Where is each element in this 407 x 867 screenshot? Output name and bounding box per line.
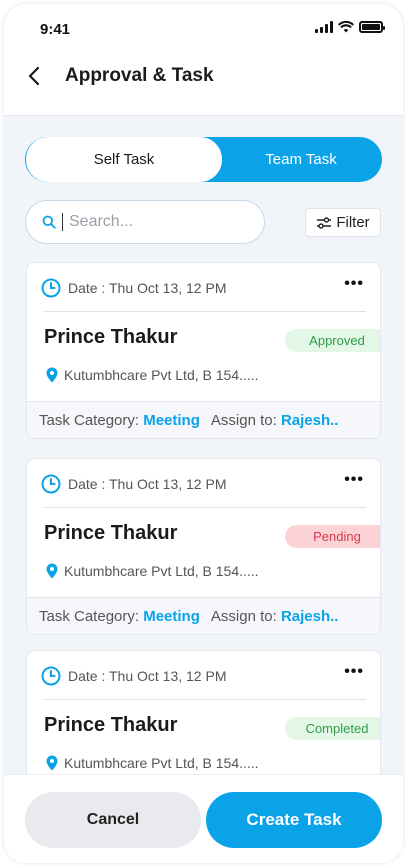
create-task-button[interactable]: Create Task — [206, 792, 382, 848]
assign-to-label: Assign to: — [210, 608, 277, 625]
task-card[interactable]: Date : Thu Oct 13, 12 PM ••• Prince Thak… — [26, 458, 381, 635]
status-badge: Pending — [285, 525, 380, 548]
task-date: Date : Thu Oct 13, 12 PM — [41, 278, 226, 298]
card-divider — [43, 311, 366, 312]
status-icons — [315, 21, 385, 33]
signal-icon — [315, 21, 333, 33]
task-type-toggle: Self Task Team Task — [25, 137, 382, 182]
card-divider — [43, 507, 366, 508]
location-pin-icon — [46, 367, 58, 383]
bottom-action-bar: Cancel Create Task — [4, 774, 403, 863]
task-date-text: Date : Thu Oct 13, 12 PM — [68, 280, 227, 296]
battery-icon — [359, 21, 385, 33]
task-category-label: Task Category: — [39, 608, 140, 625]
wifi-icon — [338, 21, 354, 33]
card-divider — [43, 699, 366, 700]
task-location: Kutumbhcare Pvt Ltd, B 154..... — [46, 563, 259, 579]
task-location: Kutumbhcare Pvt Ltd, B 154..... — [46, 755, 259, 771]
task-location: Kutumbhcare Pvt Ltd, B 154..... — [46, 367, 259, 383]
back-button[interactable] — [22, 64, 46, 88]
search-icon — [42, 215, 56, 229]
more-options-icon[interactable]: ••• — [344, 275, 364, 293]
assign-to-value: Rajesh.. — [280, 412, 339, 429]
task-category-label: Task Category: — [39, 412, 140, 429]
task-card[interactable]: Date : Thu Oct 13, 12 PM ••• Prince Thak… — [26, 262, 381, 439]
clock-icon — [41, 474, 61, 494]
sliders-icon — [317, 216, 332, 229]
search-input[interactable] — [62, 213, 232, 231]
task-card-footer: Task Category: Meeting Assign to: Rajesh… — [27, 597, 380, 634]
page-title: Approval & Task — [65, 65, 214, 86]
status-badge: Completed — [285, 717, 380, 740]
cancel-button[interactable]: Cancel — [25, 792, 201, 848]
task-card-footer: Task Category: Meeting Assign to: Rajesh… — [27, 401, 380, 438]
tab-self-task[interactable]: Self Task — [26, 137, 222, 182]
task-date: Date : Thu Oct 13, 12 PM — [41, 474, 226, 494]
phone-screen: 9:41 Approval & Task Self Task Team Task — [4, 4, 403, 863]
more-options-icon[interactable]: ••• — [344, 663, 364, 681]
task-location-text: Kutumbhcare Pvt Ltd, B 154..... — [64, 563, 259, 579]
task-date-text: Date : Thu Oct 13, 12 PM — [68, 668, 227, 684]
top-app-bar: 9:41 Approval & Task — [4, 4, 403, 116]
search-box — [25, 200, 265, 244]
task-assignee-name: Prince Thakur — [44, 714, 178, 736]
task-assignee-name: Prince Thakur — [44, 522, 178, 544]
filter-label: Filter — [336, 214, 370, 231]
location-pin-icon — [46, 755, 58, 771]
task-category-value: Meeting — [143, 608, 200, 625]
assign-to-value: Rajesh.. — [280, 608, 339, 625]
chevron-left-icon — [28, 66, 40, 86]
status-badge: Approved — [285, 329, 380, 352]
status-time: 9:41 — [40, 21, 71, 38]
tab-team-task[interactable]: Team Task — [221, 137, 381, 182]
task-date-text: Date : Thu Oct 13, 12 PM — [68, 476, 227, 492]
clock-icon — [41, 666, 61, 686]
filter-button[interactable]: Filter — [305, 208, 381, 237]
location-pin-icon — [46, 563, 58, 579]
task-location-text: Kutumbhcare Pvt Ltd, B 154..... — [64, 367, 259, 383]
clock-icon — [41, 278, 61, 298]
more-options-icon[interactable]: ••• — [344, 471, 364, 489]
task-category-value: Meeting — [143, 412, 200, 429]
task-assignee-name: Prince Thakur — [44, 326, 178, 348]
task-location-text: Kutumbhcare Pvt Ltd, B 154..... — [64, 755, 259, 771]
task-date: Date : Thu Oct 13, 12 PM — [41, 666, 226, 686]
assign-to-label: Assign to: — [210, 412, 277, 429]
